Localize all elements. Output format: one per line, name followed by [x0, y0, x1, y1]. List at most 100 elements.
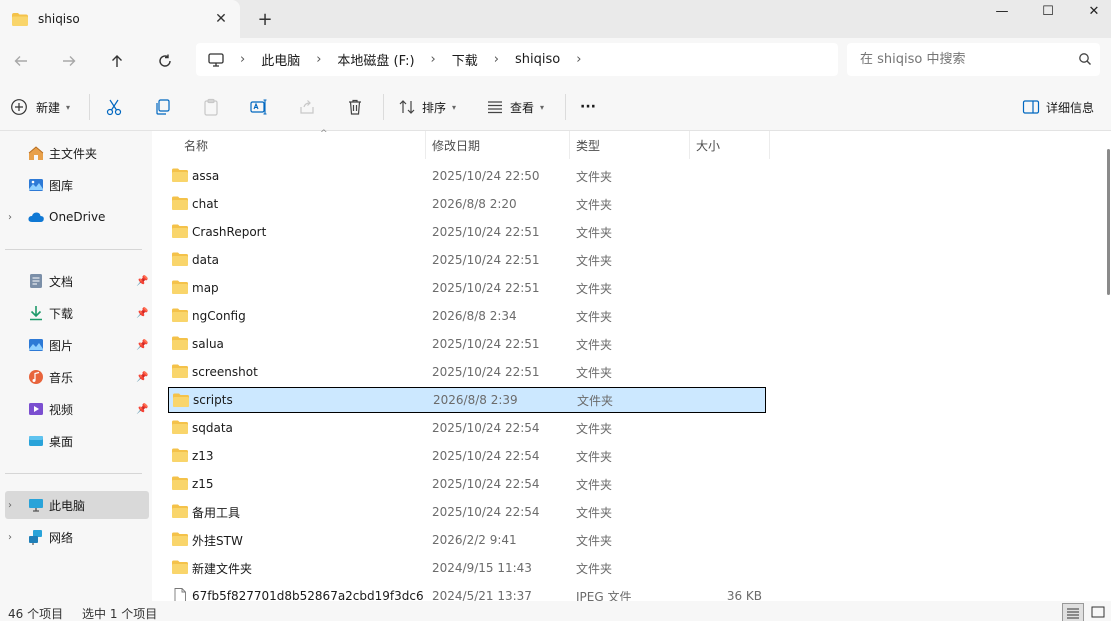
file-name: data [192, 253, 220, 267]
sidebar-item-this-pc[interactable]: › 此电脑 [5, 491, 149, 519]
sidebar-item-network[interactable]: › 网络 [5, 523, 149, 551]
folder-icon [172, 476, 188, 490]
back-button[interactable] [10, 50, 32, 72]
copy-icon [156, 99, 170, 115]
file-type: 文件夹 [576, 169, 613, 184]
new-label: 新建 [36, 100, 61, 115]
new-button[interactable]: 新建 ▾ [10, 96, 70, 118]
table-row[interactable]: z15 2025/10/24 22:54 文件夹 [168, 471, 766, 497]
table-row[interactable]: CrashReport 2025/10/24 22:51 文件夹 [168, 219, 766, 245]
file-date: 2026/2/2 9:41 [432, 533, 517, 547]
sidebar-item-label: 音乐 [49, 370, 74, 385]
share-button[interactable] [298, 96, 316, 118]
file-name: chat [192, 197, 219, 211]
file-name: CrashReport [192, 225, 267, 239]
file-name: 备用工具 [192, 505, 241, 520]
maximize-button[interactable]: ☐ [1025, 0, 1071, 22]
table-row[interactable]: salua 2025/10/24 22:51 文件夹 [168, 331, 766, 357]
details-pane-button[interactable]: 详细信息 [1022, 96, 1094, 118]
table-row[interactable]: 外挂STW 2026/2/2 9:41 文件夹 [168, 527, 766, 553]
tab-shiqiso[interactable]: shiqiso [0, 0, 240, 38]
pin-icon[interactable]: 📌 [136, 308, 148, 319]
table-row[interactable]: chat 2026/8/8 2:20 文件夹 [168, 191, 766, 217]
sidebar-item-music[interactable]: 音乐 📌 [5, 363, 149, 391]
breadcrumb-drive-f[interactable]: 本地磁盘 (F:) [337, 50, 414, 69]
title-bar: shiqiso ✕ + — ☐ ✕ [0, 0, 1111, 38]
cut-button[interactable] [105, 96, 123, 118]
copy-button[interactable] [154, 96, 172, 118]
file-date: 2025/10/24 22:51 [432, 253, 540, 267]
tiles-view-button[interactable] [1087, 603, 1109, 621]
table-row[interactable]: sqdata 2025/10/24 22:54 文件夹 [168, 415, 766, 441]
details-view-button[interactable] [1062, 603, 1084, 621]
table-row[interactable]: assa 2025/10/24 22:50 文件夹 [168, 163, 766, 189]
view-tiles-icon [1091, 606, 1105, 618]
folder-icon [173, 393, 189, 407]
breadcrumb-this-pc[interactable]: 此电脑 [261, 50, 300, 69]
forward-button[interactable] [58, 50, 80, 72]
view-button[interactable]: 查看 ▾ [486, 96, 544, 118]
arrow-left-icon [14, 56, 27, 66]
file-date: 2025/10/24 22:50 [432, 169, 540, 183]
file-name: 新建文件夹 [192, 561, 253, 576]
table-row[interactable]: 新建文件夹 2024/9/15 11:43 文件夹 [168, 555, 766, 581]
column-header-name-label: 名称 [184, 138, 209, 153]
file-date: 2025/10/24 22:51 [432, 337, 540, 351]
minimize-button[interactable]: — [979, 0, 1025, 22]
close-window-button[interactable]: ✕ [1071, 0, 1111, 22]
vertical-scrollbar[interactable] [1107, 149, 1110, 295]
sort-label: 排序 [422, 100, 447, 115]
table-row[interactable]: map 2025/10/24 22:51 文件夹 [168, 275, 766, 301]
column-header-type[interactable]: 类型 [568, 131, 690, 159]
sidebar-item-documents[interactable]: 文档 📌 [5, 267, 149, 295]
sidebar-item-onedrive[interactable]: › OneDrive [5, 203, 149, 231]
chevron-right-icon[interactable]: › [576, 52, 581, 67]
refresh-button[interactable] [154, 50, 176, 72]
breadcrumb-downloads[interactable]: 下载 [452, 50, 478, 69]
file-type: 文件夹 [576, 505, 613, 520]
search-input[interactable] [847, 43, 1100, 76]
up-button[interactable] [106, 50, 128, 72]
sidebar-item-desktop[interactable]: 桌面 [5, 427, 149, 455]
sidebar-item-label: 视频 [49, 402, 74, 417]
pin-icon[interactable]: 📌 [136, 404, 148, 415]
arrow-up-icon [112, 55, 122, 67]
column-header-name[interactable]: 名称 ^ [176, 129, 426, 159]
sort-button[interactable]: 排序 ▾ [398, 96, 456, 118]
chevron-down-icon: ▾ [540, 102, 545, 112]
chevron-right-icon[interactable]: › [8, 532, 12, 543]
new-tab-button[interactable]: + [255, 9, 275, 30]
file-type: 文件夹 [576, 309, 613, 324]
column-header-size[interactable]: 大小 [688, 131, 770, 159]
table-row[interactable]: 备用工具 2025/10/24 22:54 文件夹 [168, 499, 766, 525]
search-icon[interactable] [1078, 52, 1092, 66]
paste-button[interactable] [202, 96, 220, 118]
table-row[interactable]: screenshot 2025/10/24 22:51 文件夹 [168, 359, 766, 385]
chevron-right-icon[interactable]: › [8, 500, 12, 511]
sidebar-item-home[interactable]: 主文件夹 [5, 139, 149, 167]
folder-icon [172, 196, 188, 210]
close-tab-icon[interactable]: ✕ [212, 10, 230, 28]
column-header-date[interactable]: 修改日期 [424, 131, 570, 159]
table-row[interactable]: z13 2025/10/24 22:54 文件夹 [168, 443, 766, 469]
sidebar-item-label: OneDrive [49, 210, 106, 224]
sidebar-item-videos[interactable]: 视频 📌 [5, 395, 149, 423]
pin-icon[interactable]: 📌 [136, 276, 148, 287]
breadcrumb-shiqiso[interactable]: shiqiso [515, 52, 560, 67]
sidebar-item-pictures[interactable]: 图片 📌 [5, 331, 149, 359]
table-row[interactable]: scripts 2026/8/8 2:39 文件夹 [168, 387, 766, 413]
file-name: map [192, 281, 219, 295]
file-date: 2025/10/24 22:54 [432, 449, 540, 463]
sidebar-item-gallery[interactable]: 图库 [5, 171, 149, 199]
rename-button[interactable] [250, 96, 268, 118]
more-options-button[interactable]: ··· [580, 96, 596, 118]
folder-icon [12, 12, 28, 26]
delete-button[interactable] [346, 96, 364, 118]
address-bar[interactable]: › 此电脑 › 本地磁盘 (F:) › 下载 › shiqiso › [196, 43, 838, 76]
table-row[interactable]: data 2025/10/24 22:51 文件夹 [168, 247, 766, 273]
pin-icon[interactable]: 📌 [136, 372, 148, 383]
sidebar-item-downloads[interactable]: 下载 📌 [5, 299, 149, 327]
chevron-right-icon[interactable]: › [8, 212, 12, 223]
table-row[interactable]: ngConfig 2026/8/8 2:34 文件夹 [168, 303, 766, 329]
pin-icon[interactable]: 📌 [136, 340, 148, 351]
